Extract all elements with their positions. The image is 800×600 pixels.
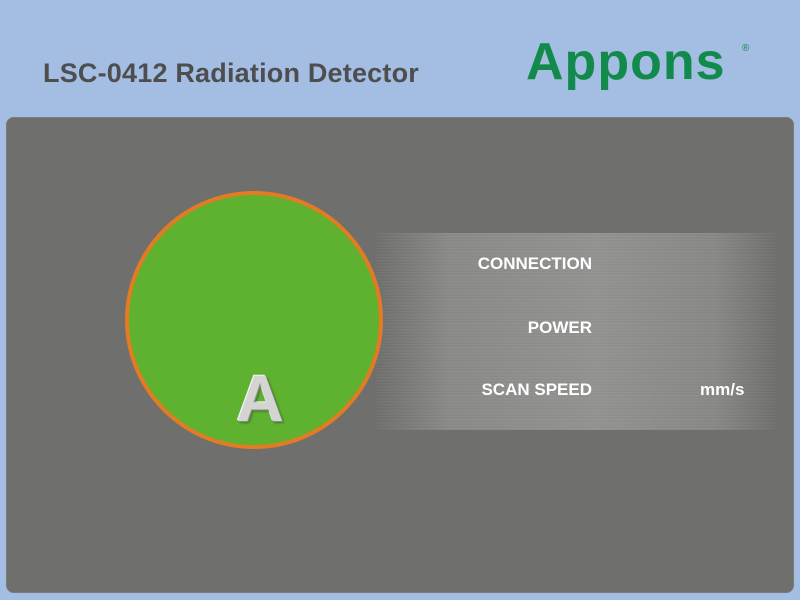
app-window: LSC-0412 Radiation Detector Appons ® A C… [0, 0, 800, 600]
main-panel: A CONNECTION POWER SCAN SPEED mm/s [6, 117, 794, 593]
indicator-letter: A [236, 361, 284, 435]
brand-logo: Appons [526, 33, 726, 91]
status-indicator-circle[interactable]: A [125, 191, 383, 449]
registered-mark: ® [742, 43, 750, 54]
connection-label: CONNECTION [477, 254, 592, 273]
power-label: POWER [527, 318, 592, 337]
scan-speed-label: SCAN SPEED [481, 380, 592, 399]
scan-speed-unit: mm/s [700, 380, 745, 399]
page-title: LSC-0412 Radiation Detector [43, 58, 419, 88]
